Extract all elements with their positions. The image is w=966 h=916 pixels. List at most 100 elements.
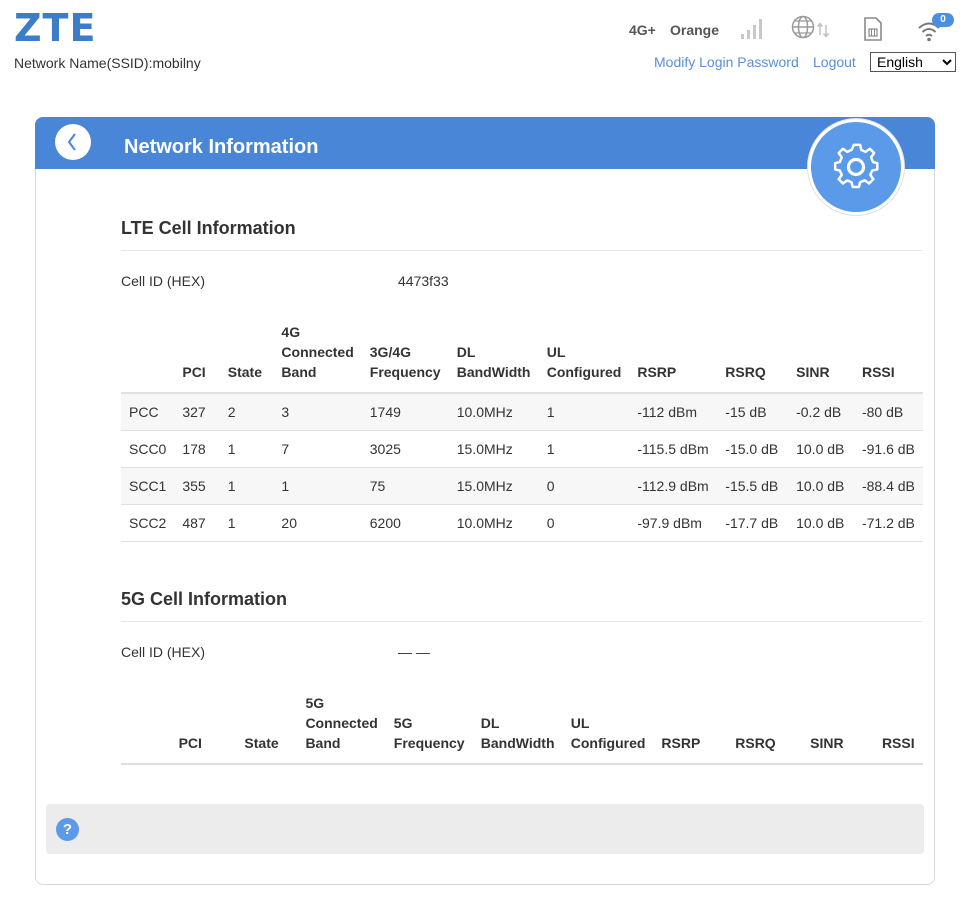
lte-cell-id-label: Cell ID (HEX): [121, 273, 206, 289]
cell-pci: 487: [174, 504, 220, 542]
cell-ul: 0: [538, 467, 630, 505]
back-button[interactable]: [55, 124, 91, 160]
cell-dl: 10.0MHz: [448, 393, 539, 431]
wifi-clients-badge: 0: [932, 13, 954, 27]
col-rsrq: RSRQ: [717, 322, 789, 394]
language-select[interactable]: English: [870, 52, 956, 72]
page-title: Network Information: [124, 136, 319, 158]
cell-state: 1: [219, 430, 274, 468]
cell-state: 2: [219, 393, 274, 431]
cell-sinr: 10.0 dB: [788, 504, 854, 542]
col-rsrp: RSRP: [629, 322, 718, 394]
cell-band: 20: [273, 504, 362, 542]
cell-sinr: -0.2 dB: [788, 393, 854, 431]
nr-table-header: PCI State 5G Connected Band 5G Frequency DL…: [121, 693, 923, 765]
nr-cell-id-value: — —: [398, 644, 430, 660]
network-type: 4G+: [629, 22, 656, 38]
sim-card-icon: [864, 17, 882, 41]
gear-icon: [833, 143, 879, 189]
cell-dl: 15.0MHz: [448, 467, 539, 505]
cell-frequency: 1749: [361, 393, 449, 431]
cell-rsrq: -15 dB: [717, 393, 789, 431]
cell-band: 1: [273, 467, 362, 505]
cell-rsrp: -115.5 dBm: [629, 430, 718, 468]
cell-rsrp: -112.9 dBm: [629, 467, 718, 505]
col-state: State: [225, 693, 298, 765]
table-row: SCC2 487 1 20 6200 10.0MHz 0 -97.9 dBm -…: [121, 504, 923, 542]
cell-name: SCC2: [121, 504, 175, 542]
signal-icon: [741, 19, 762, 39]
col-name: [121, 322, 175, 394]
cell-frequency: 6200: [361, 504, 449, 542]
col-ul-configured: UL Configured: [538, 322, 630, 394]
panel-header: Network Information: [35, 117, 935, 169]
cell-name: PCC: [121, 393, 175, 431]
cell-pci: 178: [174, 430, 220, 468]
cell-ul: 1: [538, 430, 630, 468]
settings-badge: [808, 119, 904, 215]
cell-pci: 355: [174, 467, 220, 505]
col-rsrq: RSRQ: [727, 693, 803, 765]
lte-cell-id-value: 4473f33: [398, 273, 449, 289]
col-rsrp: RSRP: [653, 693, 728, 765]
col-band: 5G Connected Band: [297, 693, 386, 765]
cell-state: 1: [219, 467, 274, 505]
network-info-panel: Network Information LTE Cell Information…: [35, 117, 935, 885]
cell-name: SCC0: [121, 430, 175, 468]
cell-rsrq: -15.5 dB: [717, 467, 789, 505]
nr-cell-table: PCI State 5G Connected Band 5G Frequency DL…: [121, 693, 923, 765]
lte-table-header: PCI State 4G Connected Band 3G/4G Frequency…: [121, 322, 923, 394]
cell-dl: 15.0MHz: [448, 430, 539, 468]
cell-frequency: 75: [361, 467, 449, 505]
cell-dl: 10.0MHz: [448, 504, 539, 542]
zte-logo: ZTE: [14, 6, 97, 50]
cell-ul: 1: [538, 393, 630, 431]
carrier-name: Orange: [670, 22, 720, 38]
cell-ul: 0: [538, 504, 630, 542]
col-rssi: RSSI: [853, 322, 923, 394]
cell-rssi: -71.2 dB: [853, 504, 923, 542]
nr-section-title: 5G Cell Information: [121, 589, 288, 609]
table-row: SCC1 355 1 1 75 15.0MHz 0 -112.9 dBm -15…: [121, 467, 923, 505]
cell-frequency: 3025: [361, 430, 449, 468]
globe-icon: [791, 15, 830, 39]
cell-sinr: 10.0 dB: [788, 430, 854, 468]
help-icon[interactable]: ?: [56, 818, 79, 841]
cell-rsrp: -97.9 dBm: [629, 504, 718, 542]
cell-band: 3: [273, 393, 362, 431]
col-frequency: 5G Frequency: [385, 693, 473, 765]
lte-section-title: LTE Cell Information: [121, 218, 296, 238]
col-pci: PCI: [154, 693, 226, 765]
col-frequency: 3G/4G Frequency: [361, 322, 449, 394]
nr-separator: [121, 621, 923, 622]
cell-rssi: -80 dB: [853, 393, 923, 431]
col-pci: PCI: [174, 322, 220, 394]
col-band: 4G Connected Band: [273, 322, 362, 394]
lte-cell-table: PCI State 4G Connected Band 3G/4G Frequency…: [121, 322, 923, 542]
cell-rssi: -91.6 dB: [853, 430, 923, 468]
logout-link[interactable]: Logout: [813, 54, 856, 70]
col-state: State: [219, 322, 274, 394]
col-name: [121, 693, 155, 765]
col-rssi: RSSI: [873, 693, 923, 765]
lte-separator: [121, 250, 923, 251]
table-row: SCC0 178 1 7 3025 15.0MHz 1 -115.5 dBm -…: [121, 430, 923, 468]
ssid-label: Network Name(SSID):mobilny: [14, 55, 201, 71]
cell-name: SCC1: [121, 467, 175, 505]
cell-rsrq: -15.0 dB: [717, 430, 789, 468]
cell-state: 1: [219, 504, 274, 542]
cell-pci: 327: [174, 393, 220, 431]
col-ul-configured: UL Configured: [562, 693, 654, 765]
help-bar: ?: [46, 804, 924, 854]
cell-sinr: 10.0 dB: [788, 467, 854, 505]
cell-rsrp: -112 dBm: [629, 393, 718, 431]
col-dl-bandwidth: DL BandWidth: [472, 693, 563, 765]
cell-rsrq: -17.7 dB: [717, 504, 789, 542]
col-sinr: SINR: [802, 693, 874, 765]
cell-rssi: -88.4 dB: [853, 467, 923, 505]
col-dl-bandwidth: DL BandWidth: [448, 322, 539, 394]
table-row: PCC 327 2 3 1749 10.0MHz 1 -112 dBm -15 …: [121, 393, 923, 431]
modify-login-password-link[interactable]: Modify Login Password: [654, 54, 799, 70]
col-sinr: SINR: [788, 322, 854, 394]
cell-band: 7: [273, 430, 362, 468]
